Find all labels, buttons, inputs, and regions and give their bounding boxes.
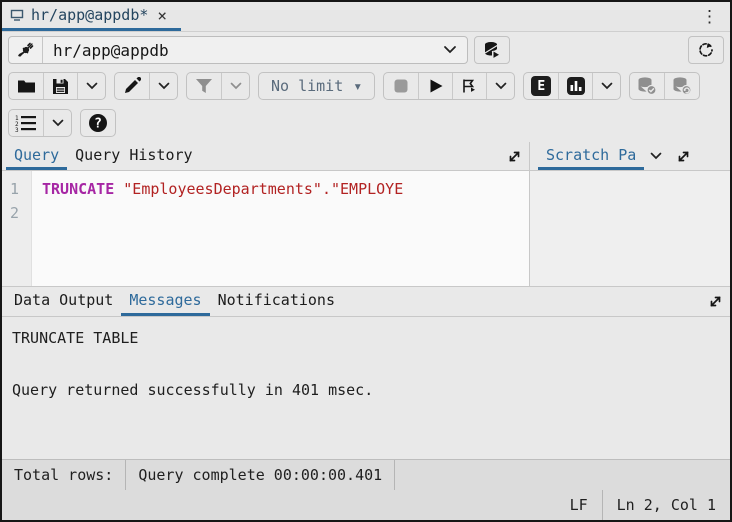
filter-icon: [195, 78, 213, 94]
message-line: TRUNCATE TABLE: [12, 325, 720, 351]
explain-group: E: [523, 72, 621, 100]
edit-group: [114, 72, 178, 100]
svg-text:?: ?: [94, 117, 102, 132]
commit-icon: [636, 76, 658, 96]
more-options-icon[interactable]: ⋮: [689, 2, 730, 31]
secondary-toolbar: 123 ?: [2, 104, 730, 142]
new-connection-button[interactable]: [474, 36, 510, 64]
scratch-pad-chevron[interactable]: [644, 142, 668, 170]
save-options-chevron[interactable]: [77, 73, 105, 99]
rollback-button[interactable]: [664, 73, 699, 99]
message-line: Query returned successfully in 401 msec.: [12, 377, 720, 403]
save-file-button[interactable]: [43, 73, 77, 99]
numbered-list-icon: 123: [15, 114, 37, 132]
connection-value: hr/app@appdb: [43, 41, 433, 60]
bar-chart-icon: [566, 76, 586, 96]
document-tab-bar: hr/app@appdb* × ⋮: [2, 2, 730, 32]
query-tool-tab[interactable]: hr/app@appdb* ×: [2, 2, 181, 31]
flag-play-icon: [461, 78, 478, 94]
expand-query-panel-icon[interactable]: [499, 142, 529, 170]
chevron-down-icon[interactable]: [433, 45, 467, 55]
total-rows-label: Total rows:: [2, 460, 126, 490]
terminal-icon: [10, 8, 24, 22]
filter-options-chevron[interactable]: [221, 73, 249, 99]
line-number: 1: [10, 177, 25, 201]
execute-options-chevron[interactable]: [486, 73, 514, 99]
sql-identifier: "EmployeesDepartments"."EMPLOYE: [114, 180, 403, 198]
scratch-pad-editor[interactable]: [529, 171, 730, 286]
edit-button[interactable]: [115, 73, 149, 99]
folder-icon: [17, 78, 36, 94]
tab-query[interactable]: Query: [6, 142, 67, 170]
open-file-button[interactable]: [9, 73, 43, 99]
line-number-gutter: 1 2: [2, 171, 32, 286]
database-connection-icon: [482, 40, 502, 60]
commit-button[interactable]: [630, 73, 664, 99]
status-row-bottom: LF Ln 2, Col 1: [2, 490, 730, 520]
line-number: 2: [10, 201, 25, 225]
main-toolbar: No limit ▾ E: [2, 68, 730, 104]
sql-code[interactable]: TRUNCATE "EmployeesDepartments"."EMPLOYE: [32, 171, 529, 286]
tab-query-history[interactable]: Query History: [67, 142, 200, 170]
output-tabs-row: Data Output Messages Notifications: [2, 287, 730, 317]
stop-icon: [393, 78, 409, 94]
connection-bar: hr/app@appdb: [2, 32, 730, 68]
macro-button[interactable]: 123: [9, 110, 43, 136]
message-line: [12, 351, 720, 377]
edit-options-chevron[interactable]: [149, 73, 177, 99]
close-tab-icon[interactable]: ×: [155, 6, 169, 25]
filter-group: [186, 72, 250, 100]
refresh-button[interactable]: [688, 36, 724, 64]
sql-editor[interactable]: 1 2 TRUNCATE "EmployeesDepartments"."EMP…: [2, 171, 529, 286]
stop-button[interactable]: [384, 73, 418, 99]
tab-notifications[interactable]: Notifications: [210, 287, 343, 316]
pencil-icon: [123, 77, 141, 95]
play-icon: [428, 78, 444, 94]
macro-options-chevron[interactable]: [43, 110, 71, 136]
tab-messages[interactable]: Messages: [121, 287, 209, 316]
explain-icon: E: [531, 76, 551, 96]
save-icon: [52, 78, 69, 95]
plug-icon: [9, 37, 43, 63]
tab-title: hr/app@appdb*: [31, 6, 148, 24]
help-group: ?: [80, 109, 116, 137]
connection-select[interactable]: hr/app@appdb: [8, 36, 468, 64]
expand-scratch-pad-icon[interactable]: [668, 142, 698, 170]
scratch-pad-header: Scratch Pa: [529, 142, 730, 170]
editor-row: 1 2 TRUNCATE "EmployeesDepartments"."EMP…: [2, 171, 730, 287]
status-row-top: Total rows: Query complete 00:00:00.401: [2, 460, 730, 490]
query-complete-status: Query complete 00:00:00.401: [126, 460, 395, 490]
tab-data-output[interactable]: Data Output: [6, 287, 121, 316]
question-mark-icon: ?: [88, 113, 108, 133]
row-limit-value: No limit: [271, 77, 343, 95]
eol-indicator[interactable]: LF: [556, 490, 602, 520]
explain-options-chevron[interactable]: [592, 73, 620, 99]
cursor-position: Ln 2, Col 1: [602, 490, 730, 520]
execute-button[interactable]: [418, 73, 452, 99]
sql-keyword: TRUNCATE: [42, 180, 114, 198]
query-tabs-row: Query Query History Scratch Pa: [2, 142, 730, 171]
caret-down-icon: ▾: [353, 77, 362, 95]
row-limit-select[interactable]: No limit ▾: [258, 72, 375, 100]
transaction-group: [629, 72, 700, 100]
status-bar: Total rows: Query complete 00:00:00.401 …: [2, 459, 730, 520]
execute-group: [383, 72, 515, 100]
query-tool-window: hr/app@appdb* × ⋮ hr/app@appdb: [0, 0, 732, 522]
rollback-icon: [671, 76, 693, 96]
file-group: [8, 72, 106, 100]
explain-analyze-button[interactable]: [558, 73, 592, 99]
messages-panel: TRUNCATE TABLE Query returned successful…: [2, 317, 730, 459]
execute-script-button[interactable]: [452, 73, 486, 99]
tab-scratch-pad[interactable]: Scratch Pa: [538, 142, 644, 170]
filter-button[interactable]: [187, 73, 221, 99]
query-tabs: Query Query History: [2, 142, 529, 170]
explain-button[interactable]: E: [524, 73, 558, 99]
svg-text:3: 3: [15, 127, 19, 132]
expand-output-panel-icon[interactable]: [700, 287, 730, 316]
help-button[interactable]: ?: [81, 110, 115, 136]
refresh-icon: [697, 41, 715, 59]
macro-group: 123: [8, 109, 72, 137]
